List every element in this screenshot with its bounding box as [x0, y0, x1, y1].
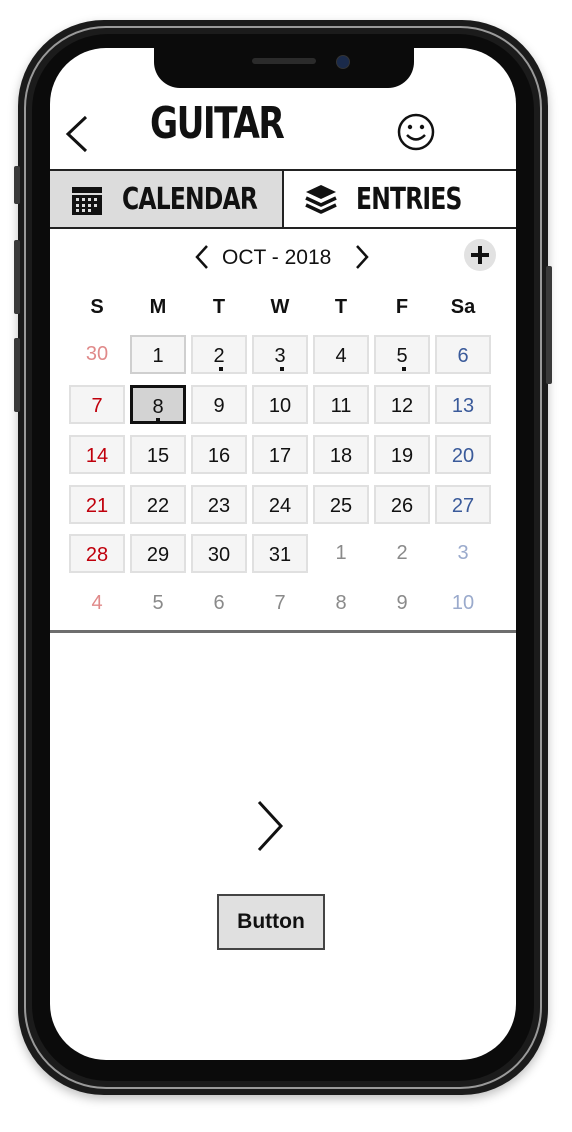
layers-icon [305, 185, 337, 214]
day-cell[interactable]: 16 [191, 435, 247, 474]
volume-up-button [14, 240, 20, 314]
next-month-chevron-icon[interactable] [352, 244, 372, 270]
add-entry-button[interactable] [464, 239, 496, 271]
day-cell[interactable]: 26 [374, 485, 430, 524]
day-cell[interactable]: 10 [252, 385, 308, 424]
screen: GUITAR CALENDAR ENTRIES OCT - 2018 S M T… [50, 48, 516, 1060]
smiley-icon[interactable] [396, 112, 436, 152]
notch [154, 48, 414, 88]
day-cell[interactable]: 28 [69, 534, 125, 573]
entry-indicator-dot [219, 367, 223, 371]
weekday-label: T [212, 296, 226, 318]
day-cell[interactable]: 19 [374, 435, 430, 474]
day-cell[interactable]: 18 [313, 435, 369, 474]
chevron-right-icon[interactable] [255, 798, 285, 854]
speaker-grille [252, 58, 316, 64]
adjacent-month-day-cell[interactable]: 5 [130, 584, 186, 623]
tab-calendar[interactable]: CALENDAR [50, 171, 284, 227]
adjacent-month-day-cell[interactable]: 2 [374, 534, 430, 573]
adjacent-month-day-cell[interactable]: 3 [435, 534, 491, 573]
tab-entries[interactable]: ENTRIES [284, 171, 516, 227]
day-cell[interactable]: 29 [130, 534, 186, 573]
entry-indicator-dot [402, 367, 406, 371]
day-cell[interactable]: 20 [435, 435, 491, 474]
previous-month-chevron-icon[interactable] [192, 244, 212, 270]
front-camera [336, 55, 350, 69]
weekday-label: S [90, 296, 104, 318]
action-button[interactable]: Button [217, 894, 325, 950]
day-cell[interactable]: 23 [191, 485, 247, 524]
page-title: GUITAR [150, 98, 285, 149]
day-cell[interactable]: 3 [252, 335, 308, 374]
tab-bar: CALENDAR ENTRIES [50, 169, 516, 229]
day-cell[interactable]: 22 [130, 485, 186, 524]
day-cell[interactable]: 25 [313, 485, 369, 524]
selected-day-cell[interactable]: 8 [130, 385, 186, 424]
month-label: OCT - 2018 [222, 246, 332, 269]
day-cell[interactable]: 1 [130, 335, 186, 374]
day-cell[interactable]: 13 [435, 385, 491, 424]
silent-switch [14, 166, 20, 204]
weekday-label: F [395, 296, 409, 318]
day-cell[interactable]: 15 [130, 435, 186, 474]
adjacent-month-day-cell[interactable]: 30 [69, 335, 125, 374]
day-cell[interactable]: 2 [191, 335, 247, 374]
entry-indicator-dot [280, 367, 284, 371]
day-cell[interactable]: 30 [191, 534, 247, 573]
day-cell[interactable]: 21 [69, 485, 125, 524]
entry-indicator-dot [156, 418, 160, 422]
weekday-label: W [270, 296, 290, 318]
adjacent-month-day-cell[interactable]: 10 [435, 584, 491, 623]
day-cell[interactable]: 5 [374, 335, 430, 374]
weekday-label: Sa [450, 296, 476, 318]
back-chevron-icon[interactable] [62, 114, 92, 154]
tab-entries-label: ENTRIES [356, 181, 462, 217]
day-cell[interactable]: 24 [252, 485, 308, 524]
day-cell[interactable]: 4 [313, 335, 369, 374]
day-cell[interactable]: 31 [252, 534, 308, 573]
day-cell[interactable]: 6 [435, 335, 491, 374]
day-cell[interactable]: 12 [374, 385, 430, 424]
day-cell[interactable]: 9 [191, 385, 247, 424]
day-cell[interactable]: 17 [252, 435, 308, 474]
day-cell[interactable]: 7 [69, 385, 125, 424]
adjacent-month-day-cell[interactable]: 9 [374, 584, 430, 623]
calendar-icon [72, 187, 102, 215]
volume-down-button [14, 338, 20, 412]
weekday-label: T [334, 296, 348, 318]
weekday-label: M [149, 296, 167, 318]
adjacent-month-day-cell[interactable]: 7 [252, 584, 308, 623]
power-button [546, 266, 552, 384]
day-cell[interactable]: 27 [435, 485, 491, 524]
day-cell[interactable]: 11 [313, 385, 369, 424]
day-cell[interactable]: 14 [69, 435, 125, 474]
adjacent-month-day-cell[interactable]: 1 [313, 534, 369, 573]
tab-calendar-label: CALENDAR [122, 181, 258, 217]
adjacent-month-day-cell[interactable]: 6 [191, 584, 247, 623]
adjacent-month-day-cell[interactable]: 4 [69, 584, 125, 623]
divider [50, 630, 516, 633]
adjacent-month-day-cell[interactable]: 8 [313, 584, 369, 623]
